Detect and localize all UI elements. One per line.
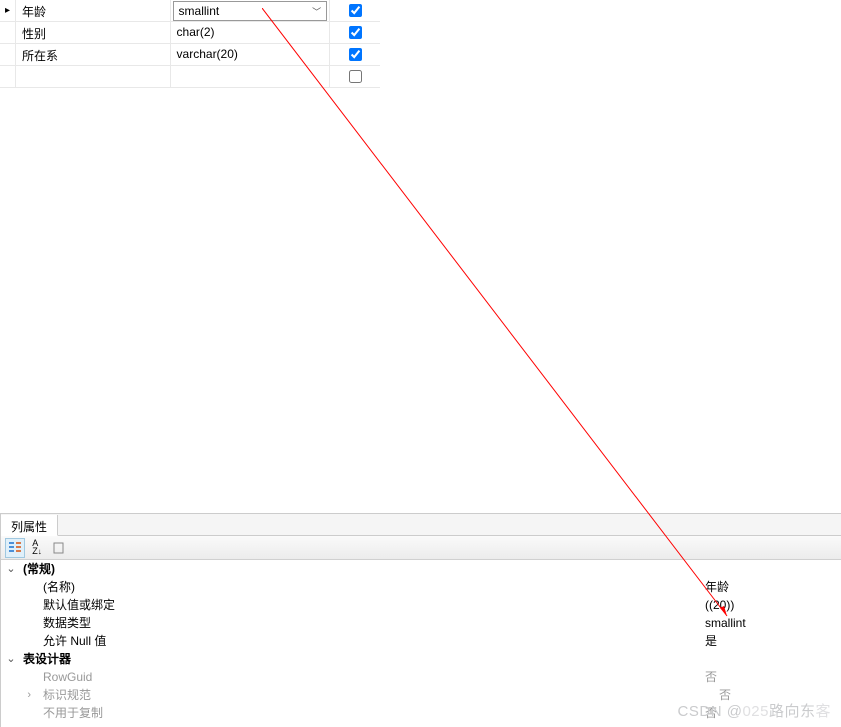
property-label: 数据类型 bbox=[21, 614, 701, 632]
property-group[interactable]: ⌄ (常规) bbox=[1, 560, 841, 578]
property-pages-button[interactable] bbox=[49, 538, 69, 558]
property-row[interactable]: (名称) 年龄 bbox=[1, 578, 841, 596]
row-selector[interactable] bbox=[0, 44, 16, 65]
panel-tabs: 列属性 bbox=[1, 514, 841, 536]
watermark: CSDN @025路向东客 bbox=[678, 700, 831, 721]
property-label: 标识规范 bbox=[35, 686, 715, 704]
categorized-view-button[interactable] bbox=[5, 538, 25, 558]
property-label: 不用于复制 bbox=[21, 704, 701, 722]
group-label: (常规) bbox=[21, 560, 701, 578]
categorized-icon bbox=[8, 541, 22, 555]
table-row[interactable]: 性别 char(2) bbox=[0, 22, 380, 44]
sort-az-icon: AZ↓ bbox=[32, 539, 42, 556]
column-type-cell[interactable]: varchar(20) bbox=[171, 44, 331, 65]
collapse-icon[interactable]: ⌄ bbox=[1, 650, 21, 668]
property-row[interactable]: 数据类型 smallint bbox=[1, 614, 841, 632]
null-checkbox[interactable] bbox=[349, 48, 362, 61]
property-row[interactable]: 允许 Null 值 是 bbox=[1, 632, 841, 650]
allow-null-cell[interactable] bbox=[330, 66, 380, 87]
group-label: 表设计器 bbox=[21, 650, 701, 668]
allow-null-cell[interactable] bbox=[330, 44, 380, 65]
property-label: 允许 Null 值 bbox=[21, 632, 701, 650]
null-checkbox[interactable] bbox=[349, 4, 362, 17]
column-name-cell[interactable]: 性别 bbox=[16, 22, 171, 43]
allow-null-cell[interactable] bbox=[330, 0, 380, 21]
property-group[interactable]: ⌄ 表设计器 bbox=[1, 650, 841, 668]
datatype-dropdown[interactable]: smallint ﹀ bbox=[173, 1, 328, 21]
tab-column-properties[interactable]: 列属性 bbox=[1, 515, 58, 536]
property-label: RowGuid bbox=[21, 668, 701, 686]
properties-toolbar: AZ↓ bbox=[1, 536, 841, 560]
property-value[interactable]: smallint bbox=[701, 614, 841, 632]
column-name-cell[interactable]: 年龄 bbox=[16, 0, 171, 21]
null-checkbox[interactable] bbox=[349, 70, 362, 83]
current-row-icon: ▸ bbox=[5, 5, 10, 16]
null-checkbox[interactable] bbox=[349, 26, 362, 39]
collapse-icon[interactable]: ⌄ bbox=[1, 560, 21, 578]
row-selector[interactable] bbox=[0, 22, 16, 43]
property-row[interactable]: RowGuid 否 bbox=[1, 668, 841, 686]
property-label: (名称) bbox=[21, 578, 701, 596]
alphabetical-view-button[interactable]: AZ↓ bbox=[27, 538, 47, 558]
column-grid: ▸ 年龄 smallint ﹀ 性别 char(2) 所在系 varchar(2… bbox=[0, 0, 380, 88]
table-row[interactable] bbox=[0, 66, 380, 88]
row-selector[interactable]: ▸ bbox=[0, 0, 16, 21]
row-selector[interactable] bbox=[0, 66, 16, 87]
property-value: 否 bbox=[701, 668, 841, 686]
column-name-cell[interactable]: 所在系 bbox=[16, 44, 171, 65]
column-name-cell[interactable] bbox=[16, 66, 171, 87]
table-row[interactable]: 所在系 varchar(20) bbox=[0, 44, 380, 66]
expand-icon[interactable]: › bbox=[1, 686, 35, 704]
property-label: 默认值或绑定 bbox=[21, 596, 701, 614]
property-value[interactable]: 年龄 bbox=[701, 578, 841, 596]
allow-null-cell[interactable] bbox=[330, 22, 380, 43]
column-type-cell[interactable] bbox=[171, 66, 331, 87]
page-icon bbox=[52, 541, 66, 555]
chevron-down-icon: ﹀ bbox=[312, 5, 321, 18]
property-row[interactable]: 默认值或绑定 ((20)) bbox=[1, 596, 841, 614]
dropdown-value: smallint bbox=[179, 4, 220, 18]
table-row[interactable]: ▸ 年龄 smallint ﹀ bbox=[0, 0, 380, 22]
property-value[interactable]: ((20)) bbox=[701, 596, 841, 614]
column-type-cell[interactable]: char(2) bbox=[171, 22, 331, 43]
property-value[interactable]: 是 bbox=[701, 632, 841, 650]
column-properties-panel: 列属性 AZ↓ ⌄ (常规) (名称) bbox=[0, 513, 841, 727]
column-type-cell[interactable]: smallint ﹀ bbox=[171, 0, 331, 21]
